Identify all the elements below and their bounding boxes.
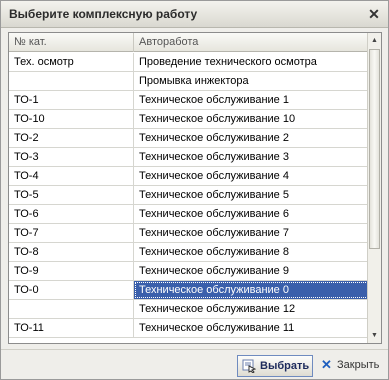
cell-category: ТО-8 [9,243,134,261]
table-row[interactable]: Тех. осмотр Проведение технического осмот… [9,53,369,72]
cell-work: Техническое обслуживание 2 [134,129,369,147]
table-row[interactable]: ТО-0 Техническое обслуживание 0 [9,281,369,300]
cell-category: ТО-7 [9,224,134,242]
dialog-footer: Выбрать ✕ Закрыть [1,349,388,379]
cell-category: ТО-10 [9,110,134,128]
close-x-icon: ✕ [321,357,332,372]
table-header: № кат. Авторабота [9,33,369,52]
title-bar[interactable]: Выберите комплексную работу ✕ [1,1,388,28]
cell-work: Техническое обслуживание 6 [134,205,369,223]
cell-work: Промывка инжектора [134,72,369,90]
cell-work: Техническое обслуживание 0 [134,281,369,299]
cell-category: ТО-1 [9,91,134,109]
cell-category [9,72,134,90]
table-row[interactable]: ТО-9 Техническое обслуживание 9 [9,262,369,281]
cell-work: Техническое обслуживание 8 [134,243,369,261]
select-button-label: Выбрать [260,360,310,372]
select-button[interactable]: Выбрать [237,355,313,377]
column-header-work[interactable]: Авторабота [134,33,369,52]
dialog-window: Выберите комплексную работу ✕ № кат. Авт… [0,0,389,380]
cell-work: Техническое обслуживание 12 [134,300,369,318]
cell-work: Техническое обслуживание 10 [134,110,369,128]
cell-category: ТО-0 [9,281,134,299]
table-body: Тех. осмотр Проведение технического осмот… [9,53,369,338]
table-row[interactable]: ТО-7 Техническое обслуживание 7 [9,224,369,243]
cell-category: ТО-9 [9,262,134,280]
cell-category: ТО-6 [9,205,134,223]
table-row[interactable]: ТО-3 Техническое обслуживание 3 [9,148,369,167]
table-row[interactable]: ТО-11 Техническое обслуживание 11 [9,319,369,338]
scroll-down-icon[interactable]: ▼ [369,329,380,342]
table-row[interactable]: ТО-1 Техническое обслуживание 1 [9,91,369,110]
close-button[interactable]: ✕ Закрыть [319,355,383,377]
cell-category: ТО-11 [9,319,134,337]
cell-work: Техническое обслуживание 5 [134,186,369,204]
dialog-title: Выберите комплексную работу [9,7,198,21]
close-icon[interactable]: ✕ [366,6,382,22]
cell-work: Проведение технического осмотра [134,53,369,71]
table-row[interactable]: ТО-4 Техническое обслуживание 4 [9,167,369,186]
cell-work: Техническое обслуживание 9 [134,262,369,280]
table-row[interactable]: Техническое обслуживание 12 [9,300,369,319]
table-row[interactable]: Промывка инжектора [9,72,369,91]
cell-category: ТО-3 [9,148,134,166]
cell-category: ТО-2 [9,129,134,147]
table-row[interactable]: ТО-6 Техническое обслуживание 6 [9,205,369,224]
works-table: № кат. Авторабота Тех. осмотр Проведение … [8,32,382,344]
column-header-category[interactable]: № кат. [9,33,134,52]
cell-work: Техническое обслуживание 4 [134,167,369,185]
cell-work: Техническое обслуживание 1 [134,91,369,109]
cell-work: Техническое обслуживание 3 [134,148,369,166]
table-row[interactable]: ТО-10 Техническое обслуживание 10 [9,110,369,129]
cell-category: Тех. осмотр [9,53,134,71]
cell-category: ТО-4 [9,167,134,185]
select-icon [242,359,256,373]
close-button-label: Закрыть [337,359,380,371]
cell-work: Техническое обслуживание 11 [134,319,369,337]
table-row[interactable]: ТО-8 Техническое обслуживание 8 [9,243,369,262]
table-row[interactable]: ТО-5 Техническое обслуживание 5 [9,186,369,205]
scroll-up-icon[interactable]: ▲ [369,34,380,47]
vertical-scrollbar[interactable]: ▲ ▼ [367,33,381,343]
table-row[interactable]: ТО-2 Техническое обслуживание 2 [9,129,369,148]
cell-work: Техническое обслуживание 7 [134,224,369,242]
cell-category: ТО-5 [9,186,134,204]
scroll-thumb[interactable] [369,49,380,249]
cell-category [9,300,134,318]
